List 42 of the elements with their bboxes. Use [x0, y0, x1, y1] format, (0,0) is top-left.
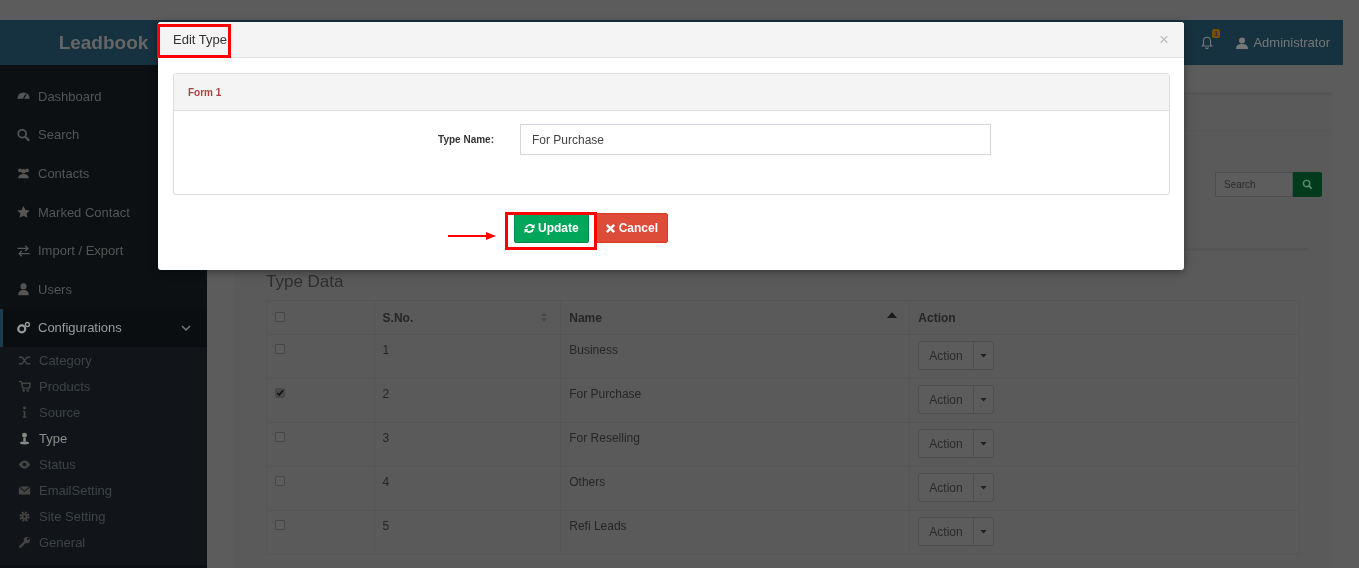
notification-badge: 1 — [1211, 29, 1221, 38]
caret-icon — [979, 441, 987, 446]
pin-icon — [18, 431, 31, 445]
gear-icon — [18, 509, 31, 523]
sidebar-item[interactable]: Users — [0, 269, 207, 309]
users-icon — [16, 166, 31, 181]
close-button[interactable]: × — [1159, 29, 1169, 50]
sidebar-item[interactable]: Marked Contact — [0, 192, 207, 232]
caret-icon — [979, 529, 987, 534]
user-menu[interactable]: Administrator — [1236, 35, 1330, 50]
cancel-button[interactable]: Cancel — [594, 213, 669, 243]
refresh-icon — [524, 222, 535, 234]
notification-button[interactable]: 1 — [1200, 29, 1221, 50]
close-icon — [604, 222, 616, 234]
caret-icon — [979, 485, 987, 490]
sidebar-item[interactable]: Import / Export — [0, 231, 207, 270]
bell-icon — [1200, 35, 1215, 50]
update-button[interactable]: Update — [514, 213, 589, 243]
field-label: Type Name: — [437, 134, 494, 145]
sidebar-item[interactable]: Contacts — [0, 154, 207, 193]
chevron-icon — [181, 322, 191, 333]
cart-icon — [18, 379, 31, 393]
arrows-icon — [16, 243, 31, 258]
search-button[interactable] — [1293, 172, 1322, 197]
search-icon — [1302, 179, 1313, 190]
row-checkbox[interactable] — [275, 388, 285, 398]
caret-icon — [979, 397, 987, 402]
annotation-arrow — [448, 231, 498, 241]
sidebar-subitem[interactable]: Type — [0, 425, 207, 452]
wrench-icon — [18, 535, 31, 549]
eye-icon — [18, 457, 31, 471]
star-icon — [16, 205, 31, 220]
user-icon — [1236, 36, 1249, 49]
modal-title: Edit Type — [173, 32, 227, 47]
envelope-icon — [18, 483, 31, 497]
type-name-field[interactable]: For Purchase — [520, 124, 991, 155]
search-icon — [16, 127, 31, 142]
user-icon — [16, 282, 31, 297]
panel-title: Form 1 — [188, 86, 222, 98]
sidebar-item[interactable]: Search — [0, 115, 207, 155]
caret-icon — [979, 353, 987, 358]
gears-icon — [16, 320, 31, 335]
